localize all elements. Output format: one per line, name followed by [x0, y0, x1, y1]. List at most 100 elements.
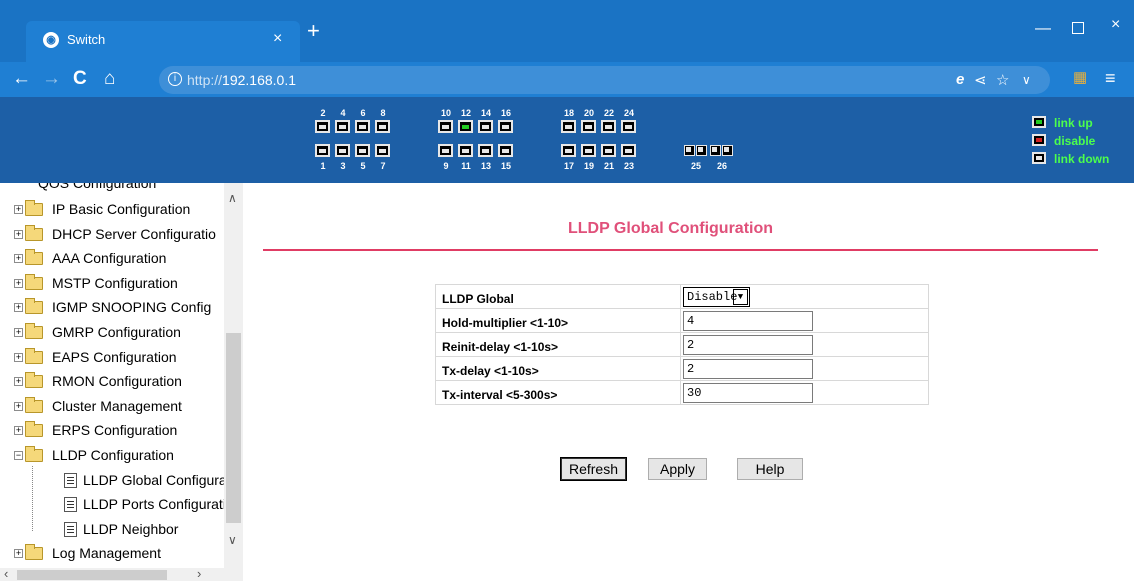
minimize-icon[interactable]: — [1035, 20, 1051, 38]
port-22-icon[interactable] [601, 120, 616, 133]
port-9-icon[interactable] [438, 144, 453, 157]
back-icon[interactable]: ← [12, 68, 31, 90]
fiber-port-26-icon[interactable] [710, 145, 721, 156]
sidebar-item-label: LLDP Configuration [52, 447, 174, 463]
port-panel: 2 1 4 3 6 5 8 7 10 9 12 11 14 13 16 15 18 17 20 19 22 21 24 23 2… [315, 108, 755, 178]
expand-icon[interactable]: + [14, 278, 23, 288]
expand-icon[interactable]: + [14, 377, 23, 387]
port-number: 1 [320, 161, 326, 171]
browser-tab[interactable]: ◉ Switch × [26, 21, 300, 62]
expand-icon[interactable]: + [14, 205, 23, 214]
hscrollbar-thumb[interactable] [17, 570, 167, 580]
port-number: 20 [583, 108, 594, 118]
refresh-button[interactable]: Refresh [560, 457, 627, 481]
lldp-config-table: LLDP Global Disable ▼ Hold-multiplier <1… [435, 284, 929, 405]
port-8-icon[interactable] [375, 120, 390, 133]
expand-icon[interactable]: + [14, 352, 23, 362]
port-number: 15 [500, 161, 511, 171]
sidebar-item-label: EAPS Configuration [52, 348, 177, 365]
port-5-icon[interactable] [355, 144, 370, 157]
port-7-icon[interactable] [375, 144, 390, 157]
port-number: 6 [360, 108, 366, 118]
star-icon[interactable]: ☆ [996, 71, 1009, 89]
sidebar-item-label: RMON Configuration [52, 373, 182, 390]
port-19-icon[interactable] [581, 144, 596, 157]
port-16-icon[interactable] [498, 120, 513, 133]
port-11-icon[interactable] [458, 144, 473, 157]
lldp-global-label: LLDP Global [435, 284, 681, 309]
sidebar-item-label: Cluster Management [52, 397, 182, 414]
port-21-icon[interactable] [601, 144, 616, 157]
extensions-icon[interactable]: ▦ [1073, 68, 1087, 86]
window-close-icon[interactable]: × [1111, 16, 1120, 34]
fiber-port-26-icon[interactable] [722, 145, 733, 156]
port-13-icon[interactable] [478, 144, 493, 157]
expand-icon[interactable]: + [14, 328, 23, 337]
port-3-icon[interactable] [335, 144, 350, 157]
chevron-down-icon[interactable]: ▼ [733, 288, 748, 305]
title-divider [263, 249, 1098, 251]
horizontal-scrollbar[interactable]: ‹ › [0, 566, 224, 581]
menu-icon[interactable]: ≡ [1105, 68, 1116, 89]
vertical-scrollbar[interactable]: ∧ ∨ [224, 183, 243, 581]
port-number: 11 [461, 161, 471, 171]
expand-icon[interactable]: + [14, 229, 23, 239]
tx-interval-input[interactable]: 30 [683, 382, 813, 403]
tab-title: Switch [67, 32, 106, 47]
port-6-icon[interactable] [355, 120, 370, 133]
port-2-icon[interactable] [315, 120, 330, 133]
share-icon[interactable]: ⋖ [974, 71, 987, 89]
folder-icon [25, 224, 43, 241]
sidebar-item-label: IGMP SNOOPING Config [52, 299, 212, 316]
port-15-icon[interactable] [498, 144, 513, 157]
hold-multiplier-input[interactable]: 4 [683, 310, 813, 331]
port-20-icon[interactable] [581, 120, 596, 133]
scroll-up-icon[interactable]: ∧ [228, 191, 237, 205]
tree-connector [32, 465, 33, 532]
expand-icon[interactable]: + [14, 401, 23, 411]
folder-icon [25, 200, 43, 216]
port-18-icon[interactable] [561, 120, 576, 133]
apply-button[interactable]: Apply [648, 458, 707, 480]
scroll-right-icon[interactable]: › [197, 566, 201, 581]
port-1-icon[interactable] [315, 144, 330, 157]
scroll-left-icon[interactable]: ‹ [4, 566, 8, 581]
maximize-icon[interactable] [1072, 22, 1084, 34]
folder-open-icon [25, 446, 43, 462]
port-4-icon[interactable] [335, 120, 350, 133]
ie-mode-icon[interactable]: e [956, 71, 964, 88]
collapse-icon[interactable]: − [14, 451, 23, 460]
new-tab-button[interactable]: + [307, 20, 320, 42]
tx-delay-input[interactable]: 2 [683, 358, 813, 379]
scroll-down-icon[interactable]: ∨ [228, 533, 237, 547]
folder-icon [25, 372, 43, 389]
expand-icon[interactable]: + [14, 426, 23, 436]
port-12-icon[interactable] [458, 120, 473, 133]
port-number: 8 [380, 108, 386, 118]
reinit-delay-input[interactable]: 2 [683, 334, 813, 355]
lldp-global-select[interactable]: Disable ▼ [683, 286, 750, 307]
forward-icon[interactable]: → [42, 68, 61, 90]
expand-icon[interactable]: + [14, 549, 23, 559]
row-tx-interval: Tx-interval <5-300s> 30 [435, 380, 929, 405]
fiber-port-25-icon[interactable] [696, 145, 707, 156]
port-10-icon[interactable] [438, 120, 453, 133]
address-bar[interactable]: i http://192.168.0.1 e ⋖ ☆ ∨ [159, 66, 1050, 94]
fiber-port-25-icon[interactable] [684, 145, 695, 156]
home-icon[interactable]: ⌂ [104, 68, 115, 90]
tab-close-icon[interactable]: × [273, 30, 282, 48]
port-14-icon[interactable] [478, 120, 493, 133]
expand-icon[interactable]: + [14, 254, 23, 264]
reload-icon[interactable]: C [73, 68, 87, 90]
expand-icon[interactable]: + [14, 303, 23, 313]
chevron-down-icon[interactable]: ∨ [1022, 73, 1031, 87]
port-17-icon[interactable] [561, 144, 576, 157]
info-icon[interactable]: i [168, 72, 182, 86]
port-24-icon[interactable] [621, 120, 636, 133]
port-number: 10 [440, 108, 451, 118]
help-button[interactable]: Help [737, 458, 803, 480]
scrollbar-thumb[interactable] [226, 333, 241, 523]
port-23-icon[interactable] [621, 144, 636, 157]
sidebar-subitem-label: LLDP Neighbor [83, 520, 179, 537]
sidebar-item-qos[interactable]: QOS Configuration [38, 183, 156, 191]
